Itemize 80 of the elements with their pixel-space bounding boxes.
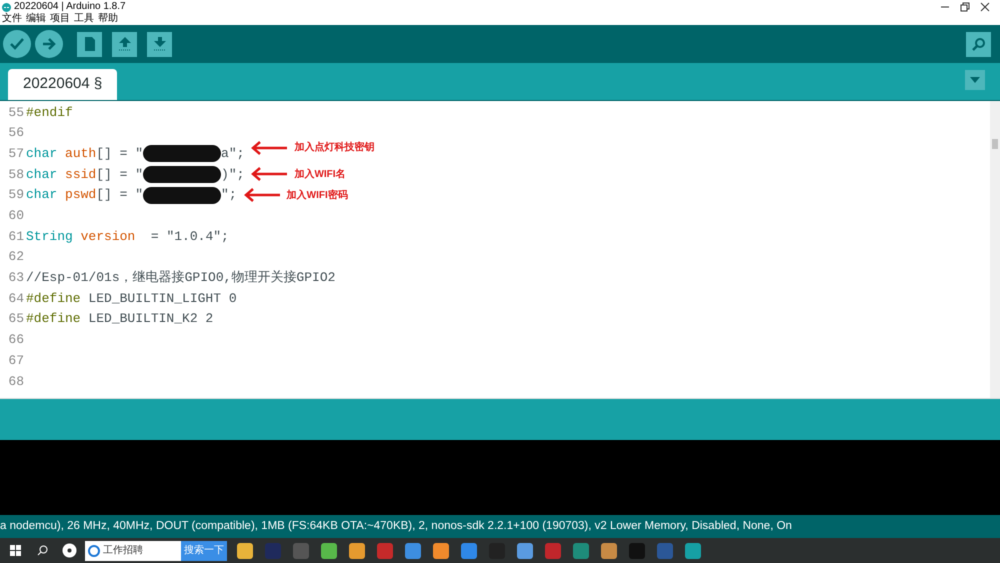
toolbar-button[interactable] xyxy=(77,32,102,56)
line-number: 61 xyxy=(7,228,25,246)
file-tab[interactable]: 20220604 § xyxy=(8,69,118,100)
code-text: //Esp-01/01s，继电器接GPIO0,物理开关接GPIO2 xyxy=(26,269,336,288)
code-text: LED_BUILTIN_LIGHT 0 xyxy=(87,290,237,308)
download-arrow-icon xyxy=(152,36,166,52)
annotation-text: 加入WIFI密码 xyxy=(286,188,348,203)
windows-start-icon[interactable] xyxy=(10,545,21,556)
board-status-text: a nodemcu), 26 MHz, 40MHz, DOUT (compatible), 1MB (FS:64KB OTA:~470KB), 2, nonos-sdk 2.2.1+100 (190703), v2 Lower Memory, Disabled, None, On xyxy=(0,518,792,534)
code-text: char xyxy=(26,166,58,184)
line-number: 59 xyxy=(7,186,25,204)
toolbar-button[interactable] xyxy=(112,32,137,56)
annotation-text: 加入点灯科技密钥 xyxy=(294,140,374,156)
code-text: a"; xyxy=(221,144,244,163)
arrow-left-icon xyxy=(250,166,288,182)
taskbar-app-icon[interactable] xyxy=(321,542,337,558)
window-title: 20220604 | Arduino 1.8.7 xyxy=(14,1,126,12)
taskbar-app-icon[interactable] xyxy=(685,542,701,558)
menu-item[interactable]: 项目 xyxy=(50,13,70,24)
upload-arrow-icon xyxy=(118,36,132,52)
code-text: [] = " xyxy=(96,144,144,163)
magnifier-icon xyxy=(970,37,986,51)
line-number: 66 xyxy=(7,331,25,350)
taskbar-app-icon[interactable] xyxy=(405,542,421,558)
taskbar-app-icon[interactable] xyxy=(601,542,617,558)
code-text: #define xyxy=(26,290,81,308)
taskbar-app-icon[interactable] xyxy=(517,542,533,558)
document-icon xyxy=(84,36,96,52)
menu-item[interactable]: 编辑 xyxy=(26,13,46,24)
toolbar-button[interactable] xyxy=(3,30,31,58)
code-text: char xyxy=(26,186,58,204)
code-text: LED_BUILTIN_K2 2 xyxy=(87,310,214,328)
search-icon[interactable] xyxy=(37,545,48,556)
restore-icon[interactable] xyxy=(960,2,970,12)
line-number: 65 xyxy=(7,310,25,328)
code-text: ssid xyxy=(64,166,96,184)
code-text: [] = " xyxy=(96,166,144,184)
scrollbar-thumb[interactable] xyxy=(992,139,998,149)
code-text: pswd xyxy=(64,186,96,204)
close-icon[interactable] xyxy=(980,2,990,12)
line-number: 68 xyxy=(7,372,25,391)
code-text: auth xyxy=(64,144,96,163)
line-number: 62 xyxy=(7,248,25,266)
code-text: [] = " xyxy=(96,186,144,204)
code-text: #endif xyxy=(26,104,73,122)
taskbar-app-icon[interactable] xyxy=(237,542,253,558)
checkmark-icon xyxy=(10,38,24,50)
code-text: version xyxy=(80,228,136,246)
taskbar-app-icon[interactable] xyxy=(349,542,365,558)
arrow-left-icon xyxy=(242,187,281,204)
menu-item[interactable]: 工具 xyxy=(74,13,94,24)
line-number: 60 xyxy=(7,207,25,226)
code-text: String xyxy=(26,228,73,246)
menu-item[interactable]: 帮助 xyxy=(98,13,118,24)
menu-item[interactable]: 文件 xyxy=(2,13,22,24)
taskbar-app-icon[interactable] xyxy=(461,542,477,558)
code-text: = "1.0.4"; xyxy=(150,228,229,246)
taskbar-app-icon[interactable] xyxy=(433,542,449,558)
line-number: 67 xyxy=(7,352,25,370)
line-number: 55 xyxy=(7,104,25,122)
serial-monitor-button[interactable] xyxy=(966,32,991,56)
toolbar-button[interactable] xyxy=(147,32,172,56)
annotation-text: 加入WIFI名 xyxy=(294,168,346,182)
code-text: )"; xyxy=(221,166,244,184)
line-number: 57 xyxy=(7,144,25,163)
caret-icon xyxy=(970,77,980,83)
line-number: 63 xyxy=(7,269,25,288)
tab-menu-button[interactable] xyxy=(965,70,985,90)
line-number: 58 xyxy=(7,166,25,184)
toolbar-button[interactable] xyxy=(35,30,63,58)
arrow-left-icon xyxy=(250,140,288,156)
code-text: #define xyxy=(26,310,81,328)
arrow-right-icon xyxy=(42,38,56,50)
taskbar-app-icon[interactable] xyxy=(573,542,589,558)
line-number: 56 xyxy=(7,124,25,142)
scrollbar[interactable] xyxy=(990,101,1000,398)
code-text: char xyxy=(26,144,58,163)
browser-search-field[interactable]: 工作招聘 xyxy=(85,540,181,560)
code-text: "; xyxy=(221,186,237,204)
line-number: 64 xyxy=(7,290,25,308)
